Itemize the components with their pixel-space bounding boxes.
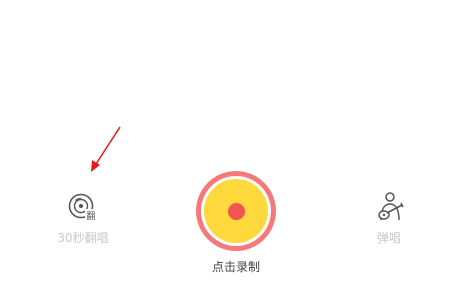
cover-30s-button[interactable]: 翻 30秒翻唱 bbox=[50, 190, 116, 246]
cover-30s-label: 30秒翻唱 bbox=[57, 231, 109, 245]
record-inner bbox=[204, 179, 268, 243]
record-dot-icon bbox=[227, 202, 245, 220]
record-button[interactable] bbox=[196, 171, 276, 251]
play-and-sing-label: 弹唱 bbox=[376, 231, 401, 245]
play-and-sing-button[interactable]: 弹唱 bbox=[356, 190, 422, 246]
disc-cover-icon: 翻 bbox=[68, 193, 97, 222]
record-label: 点击录制 bbox=[211, 260, 260, 274]
guitar-singer-icon bbox=[378, 192, 404, 221]
cover-badge: 翻 bbox=[86, 211, 95, 222]
recording-screen: 翻 30秒翻唱 点击录制 弹唱 bbox=[0, 0, 474, 288]
record-ring bbox=[201, 176, 271, 246]
